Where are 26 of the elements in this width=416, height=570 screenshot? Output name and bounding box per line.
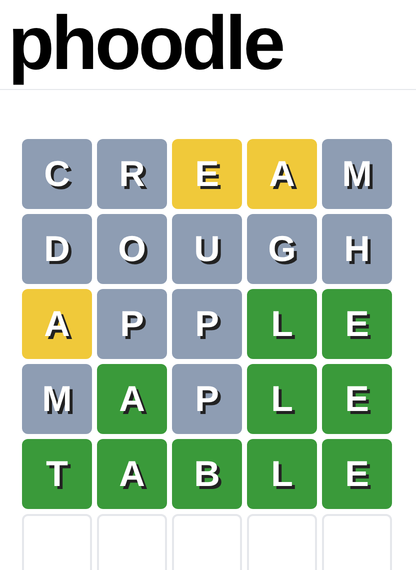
letter-tile: E	[322, 439, 392, 509]
letter-tile: P	[172, 289, 242, 359]
letter-tile: U	[172, 214, 242, 284]
letter-tile: M	[322, 139, 392, 209]
letter-tile: O	[97, 214, 167, 284]
letter-tile: A	[97, 439, 167, 509]
letter-tile: D	[22, 214, 92, 284]
letter-tile: B	[172, 439, 242, 509]
letter-tile: L	[247, 364, 317, 434]
letter-tile: P	[172, 364, 242, 434]
letter-tile: E	[322, 364, 392, 434]
letter-tile: P	[97, 289, 167, 359]
letter-tile: R	[97, 139, 167, 209]
letter-tile: C	[22, 139, 92, 209]
letter-tile: E	[172, 139, 242, 209]
letter-tile: G	[247, 214, 317, 284]
letter-tile: L	[247, 439, 317, 509]
letter-tile: T	[22, 439, 92, 509]
logo: phoodle	[8, 0, 283, 88]
letter-tile: A	[22, 289, 92, 359]
letter-tile: M	[22, 364, 92, 434]
letter-tile: H	[322, 214, 392, 284]
letter-tile: A	[247, 139, 317, 209]
letter-tile: L	[247, 289, 317, 359]
letter-tile: A	[97, 364, 167, 434]
letter-tile: E	[322, 289, 392, 359]
